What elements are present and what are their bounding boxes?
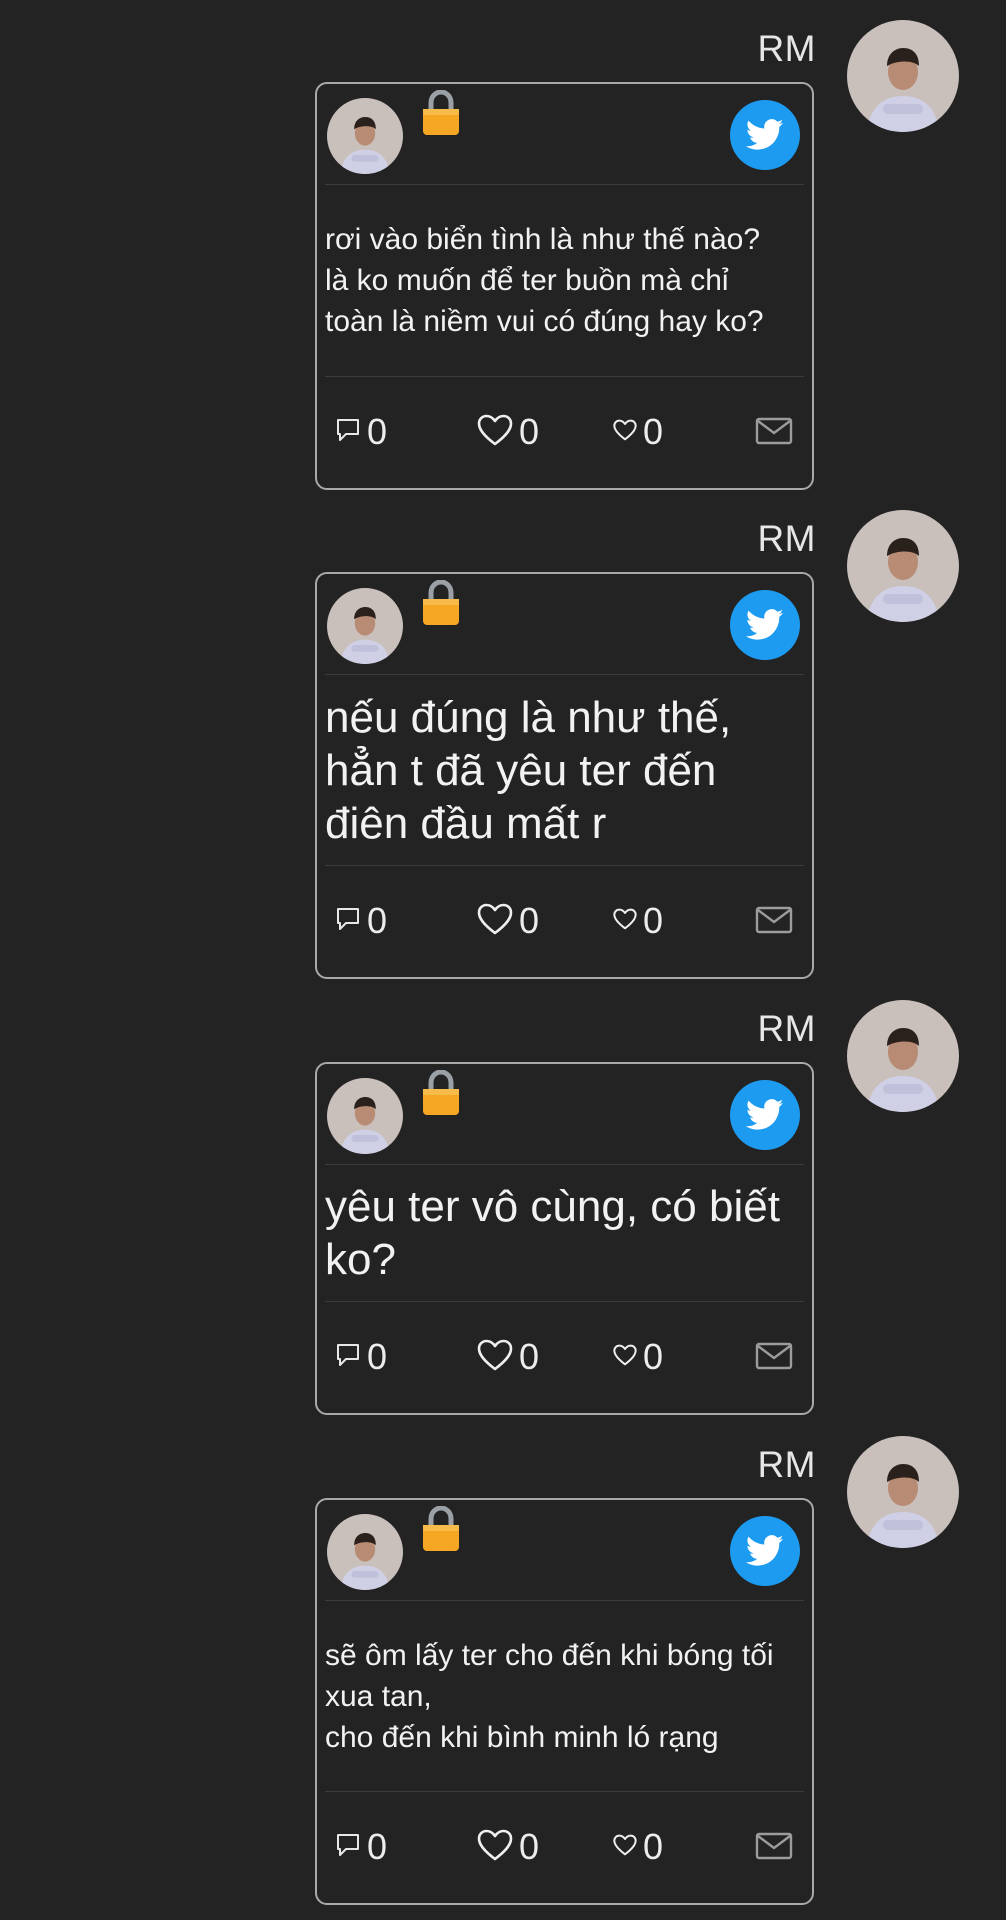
- like-button[interactable]: 0: [477, 411, 539, 453]
- small-heart-icon: [613, 1344, 637, 1371]
- comment-button[interactable]: 0: [335, 411, 387, 453]
- lock-icon: [421, 579, 461, 626]
- like-count: 0: [519, 1336, 540, 1377]
- comment-button[interactable]: 0: [335, 900, 387, 942]
- action-bar: 0 0 0: [317, 1792, 812, 1903]
- sender-name: RM: [757, 1444, 816, 1485]
- twitter-bird-icon[interactable]: [730, 1080, 800, 1150]
- sender-avatar[interactable]: [847, 1000, 959, 1112]
- like-count: 0: [519, 411, 540, 452]
- tweet-text: rơi vào biển tình là như thế nào? là ko …: [325, 223, 764, 338]
- comment-count: 0: [367, 900, 388, 941]
- comment-count: 0: [367, 411, 388, 452]
- favorite-count: 0: [643, 900, 664, 941]
- favorite-count: 0: [643, 411, 664, 452]
- heart-outline-icon: [477, 414, 513, 451]
- speech-bubble-icon: [335, 1342, 361, 1373]
- favorite-count: 0: [643, 1826, 664, 1867]
- sender-name: RM: [757, 1008, 816, 1049]
- action-bar: 0 0 0: [317, 866, 812, 977]
- sender-avatar[interactable]: [847, 20, 959, 132]
- lock-icon: [421, 89, 461, 136]
- card-avatar: [327, 1078, 403, 1154]
- comment-button[interactable]: 0: [335, 1826, 387, 1868]
- lock-icon: [421, 1505, 461, 1552]
- speech-bubble-icon: [335, 1832, 361, 1863]
- small-heart-icon: [613, 908, 637, 935]
- like-count: 0: [519, 900, 540, 941]
- envelope-icon[interactable]: [755, 1832, 793, 1860]
- envelope-icon[interactable]: [755, 1342, 793, 1370]
- message-feed: RM rơi vào biển tình là như thế nào? là …: [0, 0, 1006, 1920]
- favorite-button[interactable]: 0: [613, 900, 663, 942]
- comment-button[interactable]: 0: [335, 1336, 387, 1378]
- card-avatar: [327, 588, 403, 664]
- envelope-icon[interactable]: [755, 417, 793, 445]
- tweet-card[interactable]: nếu đúng là như thế, hẳn t đã yêu ter đế…: [315, 572, 814, 979]
- favorite-button[interactable]: 0: [613, 411, 663, 453]
- sender-name: RM: [757, 518, 816, 559]
- card-avatar: [327, 1514, 403, 1590]
- heart-outline-icon: [477, 1829, 513, 1866]
- lock-icon: [421, 1069, 461, 1116]
- favorite-button[interactable]: 0: [613, 1826, 663, 1868]
- small-heart-icon: [613, 1834, 637, 1861]
- heart-outline-icon: [477, 903, 513, 940]
- comment-count: 0: [367, 1826, 388, 1867]
- action-bar: 0 0 0: [317, 377, 812, 488]
- comment-count: 0: [367, 1336, 388, 1377]
- tweet-card[interactable]: rơi vào biển tình là như thế nào? là ko …: [315, 82, 814, 490]
- like-button[interactable]: 0: [477, 900, 539, 942]
- like-button[interactable]: 0: [477, 1826, 539, 1868]
- favorite-button[interactable]: 0: [613, 1336, 663, 1378]
- sender-avatar[interactable]: [847, 510, 959, 622]
- tweet-text: nếu đúng là như thế, hẳn t đã yêu ter đế…: [325, 692, 732, 848]
- like-count: 0: [519, 1826, 540, 1867]
- tweet-text: yêu ter vô cùng, có biết ko?: [325, 1182, 780, 1284]
- card-avatar: [327, 98, 403, 174]
- speech-bubble-icon: [335, 906, 361, 937]
- envelope-icon[interactable]: [755, 906, 793, 934]
- tweet-card[interactable]: sẽ ôm lấy ter cho đến khi bóng tối xua t…: [315, 1498, 814, 1905]
- favorite-count: 0: [643, 1336, 664, 1377]
- sender-name: RM: [757, 28, 816, 69]
- like-button[interactable]: 0: [477, 1336, 539, 1378]
- speech-bubble-icon: [335, 417, 361, 448]
- heart-outline-icon: [477, 1339, 513, 1376]
- sender-avatar[interactable]: [847, 1436, 959, 1548]
- twitter-bird-icon[interactable]: [730, 590, 800, 660]
- twitter-bird-icon[interactable]: [730, 1516, 800, 1586]
- twitter-bird-icon[interactable]: [730, 100, 800, 170]
- tweet-text: sẽ ôm lấy ter cho đến khi bóng tối xua t…: [325, 1638, 774, 1754]
- small-heart-icon: [613, 419, 637, 446]
- action-bar: 0 0 0: [317, 1302, 812, 1413]
- tweet-card[interactable]: yêu ter vô cùng, có biết ko? 0 0 0: [315, 1062, 814, 1415]
